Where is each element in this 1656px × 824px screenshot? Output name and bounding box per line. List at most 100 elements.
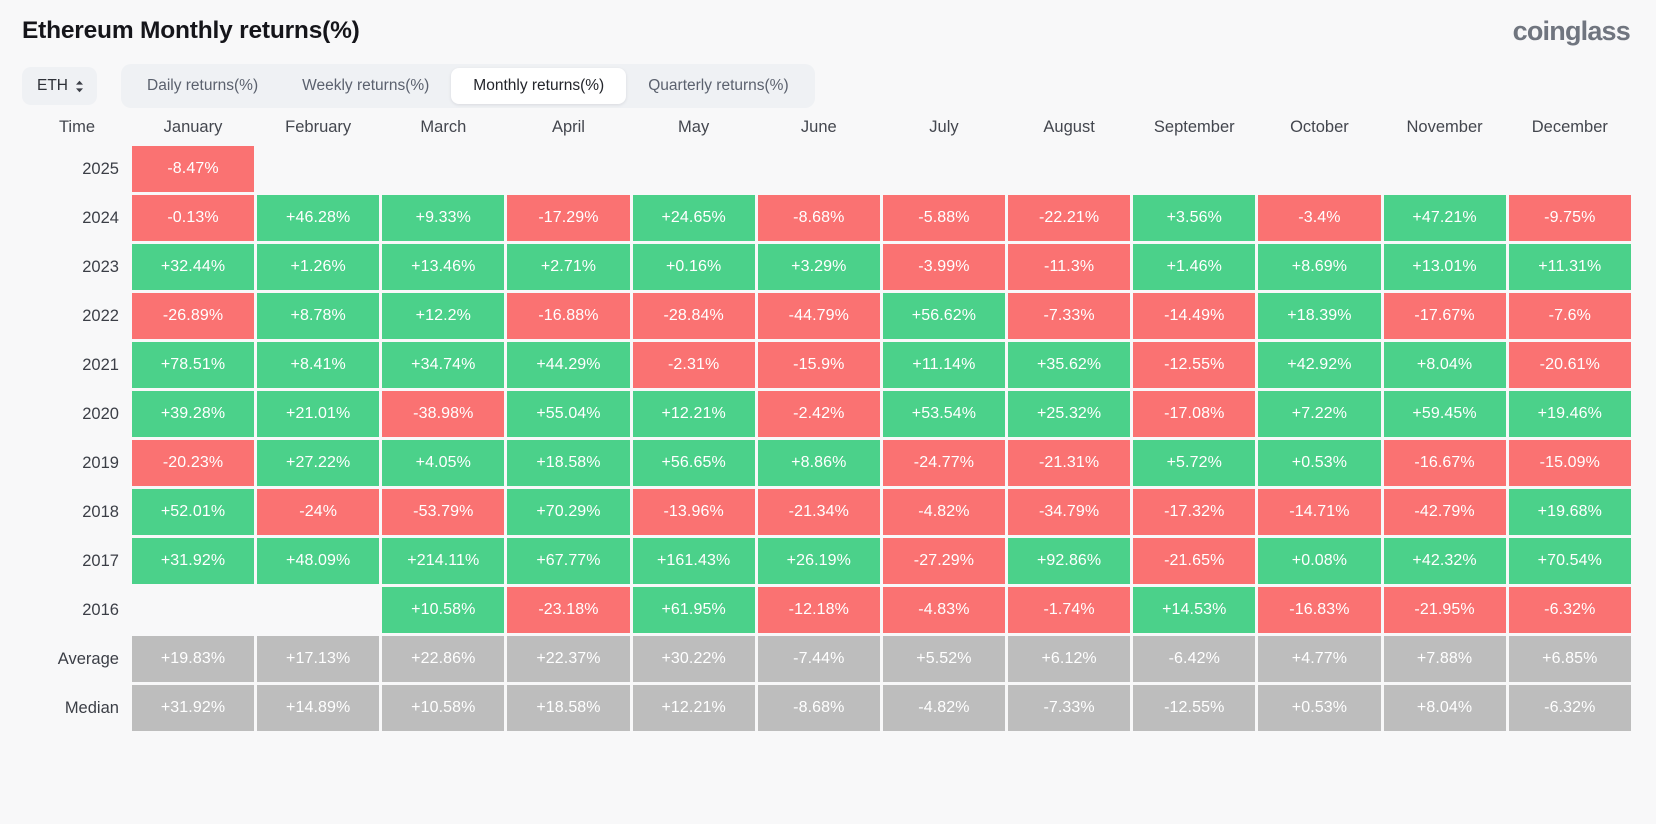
cell-2022-december: -7.6% — [1509, 293, 1631, 339]
column-header-september: September — [1133, 111, 1255, 143]
chevron-updown-icon — [75, 80, 84, 93]
table-header: TimeJanuaryFebruaryMarchAprilMayJuneJuly… — [25, 111, 1631, 143]
cell-2023-july: -3.99% — [883, 244, 1005, 290]
table-row: 2020+39.28%+21.01%-38.98%+55.04%+12.21%-… — [25, 391, 1631, 437]
cell-2024-may: +24.65% — [633, 195, 755, 241]
cell-2019-february: +27.22% — [257, 440, 379, 486]
cell-2020-april: +55.04% — [507, 391, 629, 437]
cell-2019-october: +0.53% — [1258, 440, 1380, 486]
cell-2023-march: +13.46% — [382, 244, 504, 290]
column-header-february: February — [257, 111, 379, 143]
cell-2016-march: +10.58% — [382, 587, 504, 633]
table-row: 2022-26.89%+8.78%+12.2%-16.88%-28.84%-44… — [25, 293, 1631, 339]
cell-2020-september: -17.08% — [1133, 391, 1255, 437]
cell-2025-november — [1384, 146, 1506, 192]
cell-2025-february — [257, 146, 379, 192]
tab-monthly-returns[interactable]: Monthly returns(%) — [451, 68, 626, 104]
returns-period-tabs: Daily returns(%) Weekly returns(%) Month… — [121, 64, 815, 108]
cell-2018-january: +52.01% — [132, 489, 254, 535]
cell-2016-july: -4.83% — [883, 587, 1005, 633]
cell-2024-april: -17.29% — [507, 195, 629, 241]
cell-2025-august — [1008, 146, 1130, 192]
cell-2025-january: -8.47% — [132, 146, 254, 192]
cell-2024-march: +9.33% — [382, 195, 504, 241]
cell-2016-february — [257, 587, 379, 633]
cell-2018-april: +70.29% — [507, 489, 629, 535]
cell-2021-may: -2.31% — [633, 342, 755, 388]
cell-2021-january: +78.51% — [132, 342, 254, 388]
cell-2018-june: -21.34% — [758, 489, 880, 535]
table-row: 2019-20.23%+27.22%+4.05%+18.58%+56.65%+8… — [25, 440, 1631, 486]
cell-2023-august: -11.3% — [1008, 244, 1130, 290]
row-header-2025: 2025 — [25, 146, 129, 192]
column-header-january: January — [132, 111, 254, 143]
tab-daily-returns[interactable]: Daily returns(%) — [125, 68, 280, 104]
cell-2024-november: +47.21% — [1384, 195, 1506, 241]
cell-average-march: +22.86% — [382, 636, 504, 682]
tab-daily-returns-label: Daily returns(%) — [147, 77, 258, 95]
column-header-august: August — [1008, 111, 1130, 143]
cell-median-june: -8.68% — [758, 685, 880, 731]
cell-2023-may: +0.16% — [633, 244, 755, 290]
cell-2022-april: -16.88% — [507, 293, 629, 339]
cell-2017-july: -27.29% — [883, 538, 1005, 584]
cell-2021-november: +8.04% — [1384, 342, 1506, 388]
cell-2025-may — [633, 146, 755, 192]
cell-2019-december: -15.09% — [1509, 440, 1631, 486]
row-header-2021: 2021 — [25, 342, 129, 388]
cell-2019-march: +4.05% — [382, 440, 504, 486]
table-row: 2021+78.51%+8.41%+34.74%+44.29%-2.31%-15… — [25, 342, 1631, 388]
cell-2020-august: +25.32% — [1008, 391, 1130, 437]
cell-2017-august: +92.86% — [1008, 538, 1130, 584]
row-header-2020: 2020 — [25, 391, 129, 437]
cell-2023-october: +8.69% — [1258, 244, 1380, 290]
cell-2025-april — [507, 146, 629, 192]
cell-2025-march — [382, 146, 504, 192]
table-row: 2024-0.13%+46.28%+9.33%-17.29%+24.65%-8.… — [25, 195, 1631, 241]
cell-2017-september: -21.65% — [1133, 538, 1255, 584]
cell-average-august: +6.12% — [1008, 636, 1130, 682]
cell-2025-october — [1258, 146, 1380, 192]
cell-2016-june: -12.18% — [758, 587, 880, 633]
cell-median-april: +18.58% — [507, 685, 629, 731]
cell-2021-february: +8.41% — [257, 342, 379, 388]
cell-2018-february: -24% — [257, 489, 379, 535]
column-header-july: July — [883, 111, 1005, 143]
cell-2022-may: -28.84% — [633, 293, 755, 339]
cell-2022-november: -17.67% — [1384, 293, 1506, 339]
table-row: Median+31.92%+14.89%+10.58%+18.58%+12.21… — [25, 685, 1631, 731]
tab-quarterly-returns[interactable]: Quarterly returns(%) — [626, 68, 810, 104]
cell-average-may: +30.22% — [633, 636, 755, 682]
column-header-november: November — [1384, 111, 1506, 143]
controls-bar: ETH Daily returns(%) Weekly returns(%) M… — [0, 56, 1656, 108]
cell-2020-may: +12.21% — [633, 391, 755, 437]
cell-2017-april: +67.77% — [507, 538, 629, 584]
cell-2021-december: -20.61% — [1509, 342, 1631, 388]
cell-2024-june: -8.68% — [758, 195, 880, 241]
cell-2020-march: -38.98% — [382, 391, 504, 437]
cell-2018-november: -42.79% — [1384, 489, 1506, 535]
cell-2016-august: -1.74% — [1008, 587, 1130, 633]
cell-2023-april: +2.71% — [507, 244, 629, 290]
cell-2019-september: +5.72% — [1133, 440, 1255, 486]
cell-2016-september: +14.53% — [1133, 587, 1255, 633]
cell-2025-december — [1509, 146, 1631, 192]
cell-2022-september: -14.49% — [1133, 293, 1255, 339]
cell-2023-january: +32.44% — [132, 244, 254, 290]
cell-median-september: -12.55% — [1133, 685, 1255, 731]
cell-2018-july: -4.82% — [883, 489, 1005, 535]
symbol-selector[interactable]: ETH — [22, 67, 97, 105]
cell-2021-june: -15.9% — [758, 342, 880, 388]
cell-average-july: +5.52% — [883, 636, 1005, 682]
table-row: 2018+52.01%-24%-53.79%+70.29%-13.96%-21.… — [25, 489, 1631, 535]
cell-2025-september — [1133, 146, 1255, 192]
tab-weekly-returns[interactable]: Weekly returns(%) — [280, 68, 451, 104]
cell-2022-march: +12.2% — [382, 293, 504, 339]
cell-2020-december: +19.46% — [1509, 391, 1631, 437]
cell-2016-may: +61.95% — [633, 587, 755, 633]
row-header-2017: 2017 — [25, 538, 129, 584]
row-header-2023: 2023 — [25, 244, 129, 290]
table-row: 2023+32.44%+1.26%+13.46%+2.71%+0.16%+3.2… — [25, 244, 1631, 290]
cell-2018-september: -17.32% — [1133, 489, 1255, 535]
cell-2024-july: -5.88% — [883, 195, 1005, 241]
